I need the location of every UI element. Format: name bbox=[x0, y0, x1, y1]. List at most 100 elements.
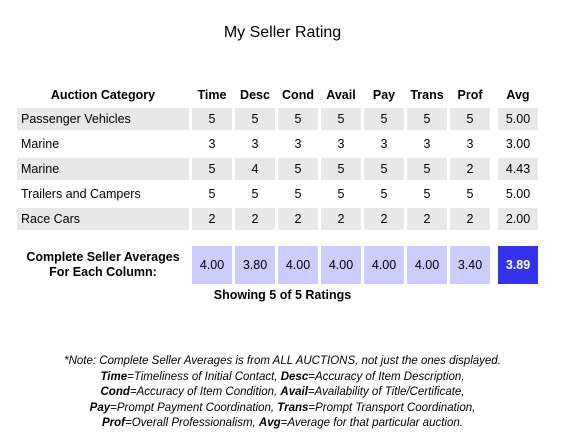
header-pay: Pay bbox=[372, 88, 396, 102]
table-gap-row bbox=[17, 233, 538, 243]
header-spacer bbox=[493, 85, 495, 105]
row-avail: 2 bbox=[321, 208, 361, 230]
legend-desc-avail: =Availability of Title/Certificate, bbox=[307, 386, 465, 398]
row-avg: 5.00 bbox=[498, 183, 538, 205]
average-cond: 4.00 bbox=[278, 246, 318, 284]
row-cond: 5 bbox=[278, 158, 318, 180]
averages-row: Complete Seller Averages For Each Column… bbox=[17, 246, 538, 284]
row-trans: 3 bbox=[407, 133, 447, 155]
header-prof: Prof bbox=[457, 88, 483, 102]
row-avg: 2.00 bbox=[498, 208, 538, 230]
gap-cell bbox=[17, 233, 538, 243]
row-pay: 5 bbox=[364, 183, 404, 205]
row-trans: 2 bbox=[407, 208, 447, 230]
row-spacer bbox=[493, 108, 495, 130]
table-row: Marine 5 4 5 5 5 5 2 4.43 bbox=[17, 158, 538, 180]
row-spacer bbox=[493, 158, 495, 180]
row-desc: 4 bbox=[235, 158, 275, 180]
legend-key-pay: Pay bbox=[89, 401, 111, 414]
row-desc: 5 bbox=[235, 183, 275, 205]
note-line-5: Prof=Overall Professionalism, Avg=Averag… bbox=[0, 416, 565, 432]
row-pay: 2 bbox=[364, 208, 404, 230]
row-category: Marine bbox=[17, 158, 189, 180]
row-time: 5 bbox=[192, 108, 232, 130]
row-trans: 5 bbox=[407, 183, 447, 205]
legend-desc-desc: =Accuracy of Item Description, bbox=[308, 370, 465, 383]
overall-average: 3.89 bbox=[498, 246, 538, 284]
row-spacer bbox=[493, 208, 495, 230]
showing-count: Showing 5 of 5 Ratings bbox=[213, 288, 352, 302]
row-category: Marine bbox=[17, 133, 189, 155]
row-pay: 3 bbox=[364, 133, 404, 155]
row-trans: 5 bbox=[407, 158, 447, 180]
legend-key-avail: Avail bbox=[280, 386, 308, 398]
row-prof: 5 bbox=[450, 108, 490, 130]
row-avail: 5 bbox=[321, 183, 361, 205]
averages-label-line2: For Each Column: bbox=[49, 265, 157, 279]
row-desc: 2 bbox=[235, 208, 275, 230]
note-line-3: Cond=Accuracy of Item Condition, Avail=A… bbox=[0, 385, 565, 401]
legend-desc-time: =Timeliness of Initial Contact, bbox=[127, 370, 281, 383]
table-row: Passenger Vehicles 5 5 5 5 5 5 5 5.00 bbox=[17, 108, 538, 130]
average-time: 4.00 bbox=[192, 246, 232, 284]
legend-key-time: Time bbox=[100, 370, 128, 383]
header-cond: Cond bbox=[282, 88, 314, 102]
row-category: Trailers and Campers bbox=[17, 183, 189, 205]
table-row: Race Cars 2 2 2 2 2 2 2 2.00 bbox=[17, 208, 538, 230]
header-avg: Avg bbox=[506, 88, 530, 102]
row-category: Race Cars bbox=[17, 208, 189, 230]
header-trans: Trans bbox=[410, 88, 444, 102]
ratings-table: Auction Category Time Desc Cond Avail Pa… bbox=[14, 82, 541, 287]
legend-key-prof: Prof bbox=[102, 417, 126, 429]
row-avg: 5.00 bbox=[498, 108, 538, 130]
legend-desc-prof: =Overall Professionalism, bbox=[125, 417, 259, 429]
table-row: Marine 3 3 3 3 3 3 3 3.00 bbox=[17, 133, 538, 155]
averages-label: Complete Seller Averages For Each Column… bbox=[17, 246, 189, 284]
row-prof: 2 bbox=[450, 158, 490, 180]
legend-desc-cond: =Accuracy of Item Condition, bbox=[129, 386, 281, 398]
row-category: Passenger Vehicles bbox=[17, 108, 189, 130]
row-prof: 3 bbox=[450, 133, 490, 155]
row-desc: 3 bbox=[235, 133, 275, 155]
note-line-4: Pay=Prompt Payment Coordination, Trans=P… bbox=[0, 401, 565, 417]
average-prof: 3.40 bbox=[450, 246, 490, 284]
row-time: 3 bbox=[192, 133, 232, 155]
legend-desc-avg: =Average for that particular auction. bbox=[280, 417, 463, 429]
row-prof: 5 bbox=[450, 183, 490, 205]
row-prof: 2 bbox=[450, 208, 490, 230]
table-row: Trailers and Campers 5 5 5 5 5 5 5 5.00 bbox=[17, 183, 538, 205]
page-title: My Seller Rating bbox=[223, 24, 342, 41]
row-cond: 2 bbox=[278, 208, 318, 230]
row-time: 5 bbox=[192, 158, 232, 180]
header-time: Time bbox=[197, 88, 227, 102]
row-avg: 4.43 bbox=[498, 158, 538, 180]
legend-key-avg: Avg bbox=[258, 417, 281, 429]
row-time: 5 bbox=[192, 183, 232, 205]
row-time: 2 bbox=[192, 208, 232, 230]
header-avail: Avail bbox=[326, 88, 356, 102]
header-desc: Desc bbox=[240, 88, 270, 102]
averages-label-line1: Complete Seller Averages bbox=[26, 250, 180, 264]
header-auction-category: Auction Category bbox=[50, 88, 156, 102]
legend-key-cond: Cond bbox=[100, 386, 130, 398]
row-spacer bbox=[493, 183, 495, 205]
note-line-2: Time=Timeliness of Initial Contact, Desc… bbox=[0, 370, 565, 386]
row-cond: 5 bbox=[278, 108, 318, 130]
row-spacer bbox=[493, 133, 495, 155]
average-pay: 4.00 bbox=[364, 246, 404, 284]
row-avg: 3.00 bbox=[498, 133, 538, 155]
legend-key-trans: Trans bbox=[277, 401, 309, 414]
average-desc: 3.80 bbox=[235, 246, 275, 284]
row-desc: 5 bbox=[235, 108, 275, 130]
row-avail: 5 bbox=[321, 158, 361, 180]
row-pay: 5 bbox=[364, 158, 404, 180]
legend-key-desc: Desc bbox=[280, 370, 309, 383]
row-cond: 5 bbox=[278, 183, 318, 205]
legend-desc-pay: =Prompt Payment Coordination, bbox=[110, 401, 278, 414]
legend-note: *Note: Complete Seller Averages is from … bbox=[0, 354, 565, 432]
table-header-row: Auction Category Time Desc Cond Avail Pa… bbox=[17, 85, 538, 105]
row-trans: 5 bbox=[407, 108, 447, 130]
row-cond: 3 bbox=[278, 133, 318, 155]
row-pay: 5 bbox=[364, 108, 404, 130]
row-avail: 3 bbox=[321, 133, 361, 155]
